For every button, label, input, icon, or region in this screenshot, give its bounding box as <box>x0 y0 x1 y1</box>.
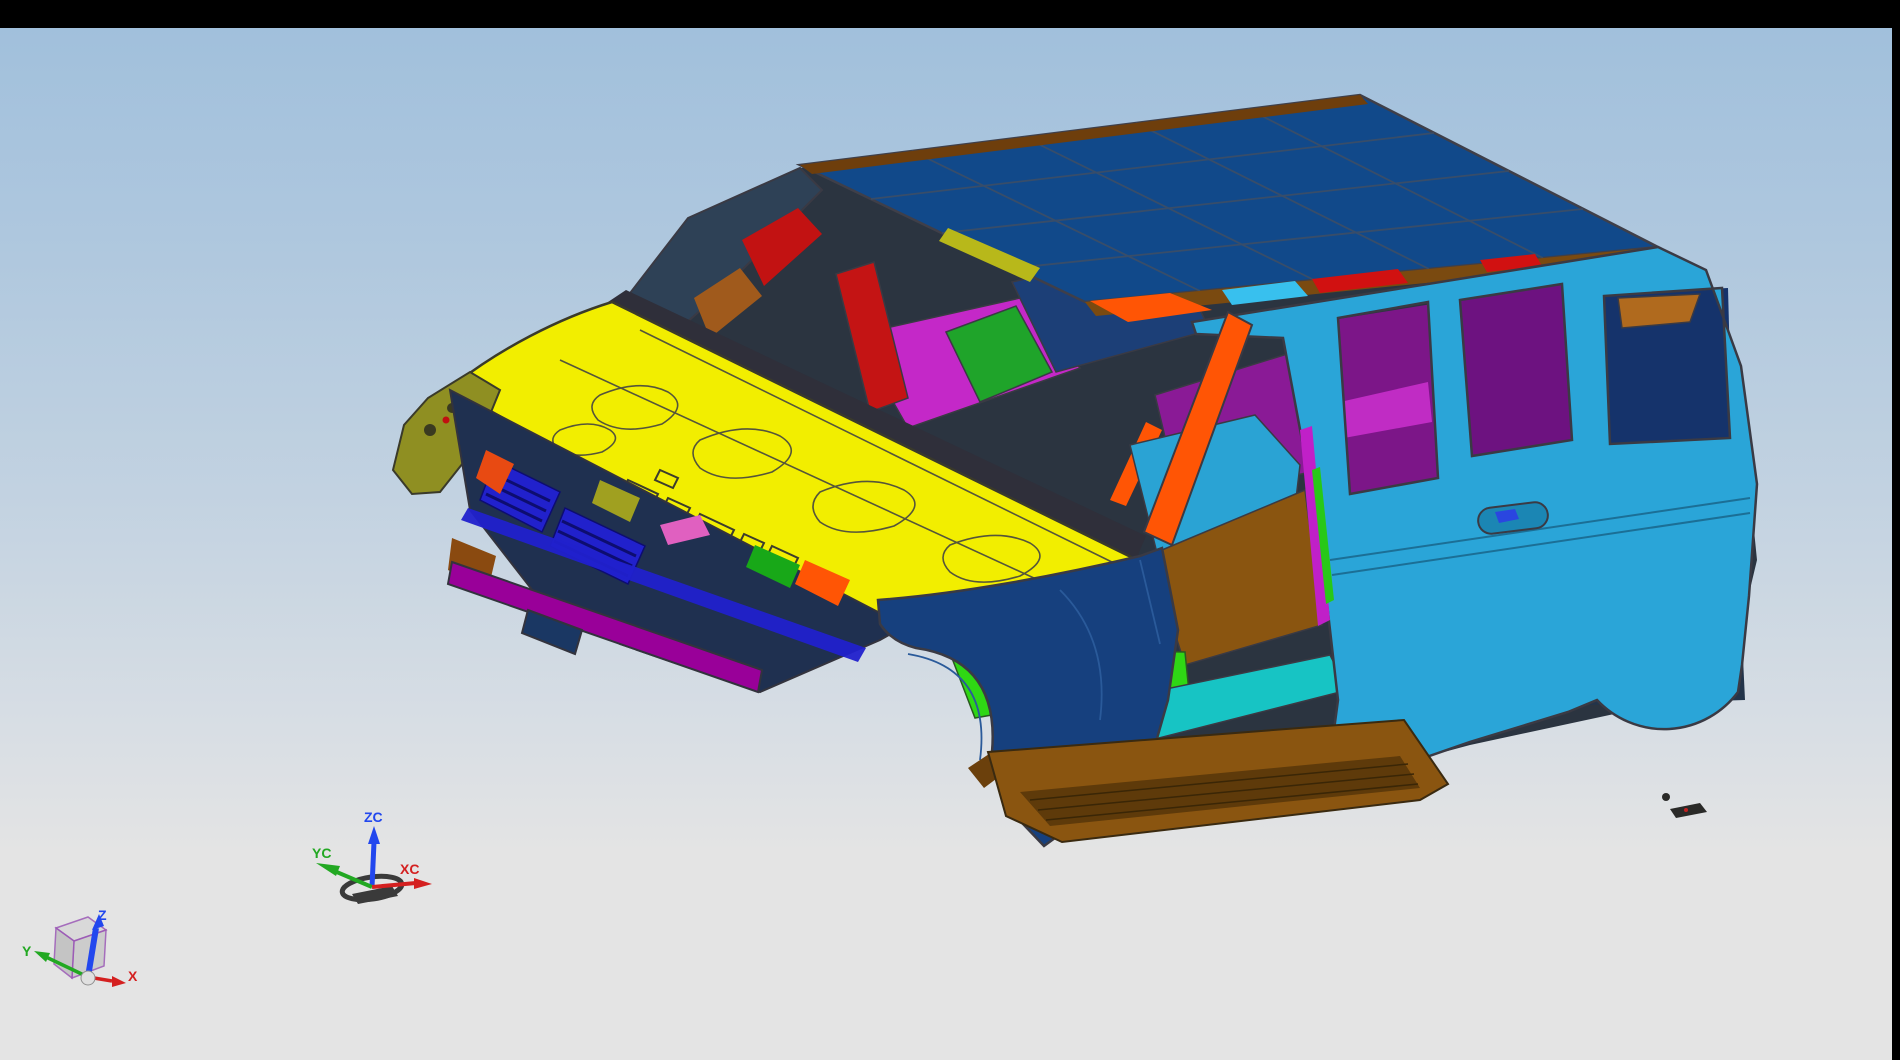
wcs-z-axis[interactable] <box>372 842 374 887</box>
abs-y-label: Y <box>22 943 32 959</box>
wcs-triad[interactable]: ZC YC XC <box>312 809 432 904</box>
abs-origin-sphere <box>81 971 95 985</box>
model-canvas[interactable]: ZC YC XC Z Y X <box>0 0 1900 1060</box>
loose-part-bar[interactable] <box>1670 803 1707 818</box>
abs-z-label: Z <box>98 907 107 923</box>
abs-x-arrowhead <box>112 976 126 987</box>
wcs-y-arrowhead[interactable] <box>316 863 340 876</box>
wcs-z-label: ZC <box>364 809 383 825</box>
absolute-triad: Z Y X <box>22 907 138 987</box>
loose-part-dot[interactable] <box>1662 793 1670 801</box>
wcs-x-arrowhead[interactable] <box>414 878 432 889</box>
quarter-inner-purple[interactable] <box>1456 284 1574 458</box>
fender-far-hole-1 <box>424 424 436 436</box>
wcs-x-axis[interactable] <box>372 883 416 887</box>
cad-application-window: ZC YC XC Z Y X <box>0 0 1900 1060</box>
wcs-y-label: YC <box>312 845 331 861</box>
fender-far-red-dot <box>443 417 450 424</box>
abs-y-arrowhead <box>34 951 50 962</box>
wcs-z-arrowhead[interactable] <box>368 826 380 844</box>
loose-part-red-dot <box>1684 808 1688 812</box>
wcs-x-label: XC <box>400 861 419 877</box>
rear-quarter-trim-bracket[interactable] <box>1618 294 1700 328</box>
abs-x-label: X <box>128 968 138 984</box>
